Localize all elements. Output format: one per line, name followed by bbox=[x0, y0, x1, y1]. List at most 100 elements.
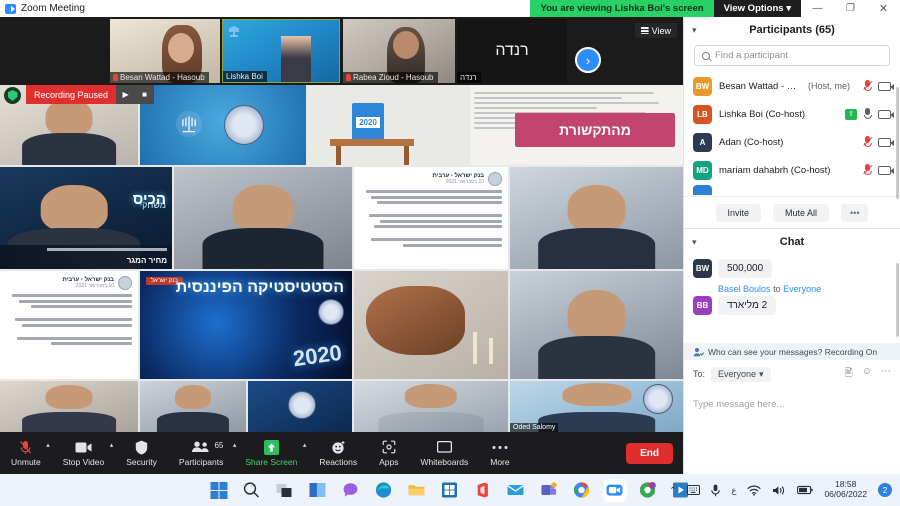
task-view-icon[interactable] bbox=[276, 481, 295, 500]
chevron-down-icon[interactable]: ▾ bbox=[692, 25, 697, 36]
battery-icon[interactable] bbox=[797, 485, 813, 495]
teams-icon[interactable] bbox=[540, 481, 559, 500]
participant-row[interactable]: A Adan (Co-host) bbox=[684, 128, 900, 156]
volume-icon[interactable] bbox=[772, 485, 786, 496]
edge-icon[interactable] bbox=[375, 481, 394, 500]
agency-seal-icon bbox=[643, 384, 673, 414]
toolbar-share-screen-button[interactable]: Share Screen ▴ bbox=[234, 432, 308, 474]
emoji-icon[interactable]: ☺ bbox=[862, 366, 872, 383]
participants-scrollbar[interactable] bbox=[896, 87, 899, 199]
participant-name: Lishka Boi (Co-host) bbox=[719, 109, 805, 120]
video-thumbnail-active[interactable]: Lishka Boi bbox=[222, 19, 340, 83]
participant-row[interactable]: LB Lishka Boi (Co-host) ⇧ bbox=[684, 100, 900, 128]
search-input[interactable] bbox=[715, 50, 882, 61]
shared-tile-person bbox=[174, 167, 352, 269]
mic-muted-icon[interactable] bbox=[863, 80, 872, 92]
social-post-card: בנק ישראל - ערבית 10 בפברואר 2021 bbox=[354, 167, 508, 269]
mail-icon[interactable] bbox=[507, 481, 526, 500]
shared-tile-ballot: 2020 bbox=[308, 85, 468, 165]
microsoft-store-icon[interactable] bbox=[441, 481, 460, 500]
recording-resume-button[interactable]: ▶ bbox=[116, 85, 135, 104]
wifi-icon[interactable] bbox=[747, 485, 761, 496]
mic-muted-icon[interactable] bbox=[863, 164, 872, 176]
participant-status-icons: ⇧ bbox=[845, 108, 891, 120]
agency-seal-icon bbox=[318, 299, 344, 325]
mic-icon[interactable] bbox=[863, 108, 872, 120]
language-indicator[interactable]: ع bbox=[731, 485, 736, 496]
participant-status-icons bbox=[863, 136, 891, 148]
windows-start-icon[interactable] bbox=[210, 481, 229, 500]
shared-tile-person-oded: Oded Salomy bbox=[510, 381, 683, 432]
chevron-down-icon[interactable]: ▾ bbox=[692, 237, 697, 248]
office-icon[interactable] bbox=[474, 481, 493, 500]
chat-recipient-row: To: Everyone ▾ 🖹 ☺ ⋯ bbox=[684, 364, 900, 384]
chevron-up-icon[interactable]: ▴ bbox=[46, 441, 50, 449]
view-layout-button[interactable]: View bbox=[635, 23, 677, 38]
post-date: 10 בפברואר 2021 bbox=[432, 179, 484, 185]
notification-badge[interactable]: 2 bbox=[878, 483, 892, 497]
search-participant-box[interactable] bbox=[694, 45, 890, 66]
search-icon[interactable] bbox=[243, 481, 262, 500]
minimize-button[interactable]: — bbox=[801, 0, 834, 17]
participant-row-partial[interactable] bbox=[684, 184, 900, 196]
invite-button[interactable]: Invite bbox=[716, 204, 762, 222]
file-explorer-icon[interactable] bbox=[408, 481, 427, 500]
chat-panel-header[interactable]: ▾ Chat bbox=[684, 229, 900, 255]
camera-icon[interactable] bbox=[878, 166, 891, 175]
shared-tile-logo2020: בנק ישראל הסטטיסטיקה הפיננסית 2020 bbox=[140, 271, 352, 379]
more-options-button[interactable]: ••• bbox=[841, 204, 868, 222]
toolbar-more-button[interactable]: More bbox=[479, 432, 520, 474]
chrome-profile-icon[interactable] bbox=[639, 481, 658, 500]
camera-icon[interactable] bbox=[878, 138, 891, 147]
end-meeting-button[interactable]: End bbox=[626, 443, 673, 464]
chat-input[interactable] bbox=[693, 399, 891, 410]
chat-input-box[interactable] bbox=[684, 399, 900, 410]
view-options-button[interactable]: View Options ▾ bbox=[714, 0, 801, 17]
chrome-icon[interactable] bbox=[573, 481, 592, 500]
shared-tile-pottery bbox=[354, 271, 508, 379]
toolbar-security-button[interactable]: Security bbox=[115, 432, 168, 474]
close-button[interactable]: ✕ bbox=[867, 0, 900, 17]
shared-screen-content[interactable]: Recording Paused ▶ ■ 2020 bbox=[0, 85, 683, 432]
toolbar-participants-button[interactable]: Participants 65 ▴ bbox=[168, 432, 234, 474]
participant-row[interactable]: BW Besan Wattad - Has... (Host, me) bbox=[684, 72, 900, 100]
thumbnail-name: Lishka Boi bbox=[226, 72, 263, 81]
video-thumbnail[interactable]: Besan Wattad - Hasoub bbox=[110, 19, 220, 83]
recipient-dropdown[interactable]: Everyone ▾ bbox=[711, 367, 771, 382]
next-page-button[interactable]: › bbox=[575, 47, 601, 73]
tray-expand-icon[interactable]: ⌃ bbox=[669, 485, 676, 496]
mic-muted-icon[interactable] bbox=[863, 136, 872, 148]
camera-icon[interactable] bbox=[878, 110, 891, 119]
menorah-icon bbox=[166, 101, 212, 147]
chat-scrollbar[interactable] bbox=[896, 263, 899, 337]
toolbar-stop-video-button[interactable]: Stop Video ▴ bbox=[52, 432, 115, 474]
toolbar-reactions-button[interactable]: Reactions bbox=[308, 432, 368, 474]
chevron-up-icon[interactable]: ▴ bbox=[110, 441, 114, 449]
mute-all-button[interactable]: Mute All bbox=[773, 204, 829, 222]
share-screen-icon bbox=[264, 439, 279, 455]
chevron-up-icon[interactable]: ▴ bbox=[303, 441, 307, 449]
widgets-icon[interactable] bbox=[309, 481, 328, 500]
participant-row[interactable]: MD mariam dahabrh (Co-host) bbox=[684, 156, 900, 184]
maximize-button[interactable]: ❐ bbox=[834, 0, 867, 17]
zoom-icon-active[interactable] bbox=[606, 481, 625, 500]
shared-tile-person bbox=[354, 381, 508, 432]
ballot-paper-icon: 2020 bbox=[352, 103, 384, 143]
chat-input-icons: 🖹 ☺ ⋯ bbox=[845, 366, 891, 383]
more-dots-icon[interactable]: ⋯ bbox=[881, 366, 891, 383]
toolbar-label: Unmute bbox=[11, 457, 41, 467]
participants-panel-header[interactable]: ▾ Participants (65) bbox=[684, 17, 900, 43]
toolbar-apps-button[interactable]: Apps bbox=[368, 432, 409, 474]
camera-icon[interactable] bbox=[878, 82, 891, 91]
keyboard-icon[interactable] bbox=[687, 485, 700, 495]
mic-icon[interactable] bbox=[711, 484, 720, 497]
taskbar-clock[interactable]: 18:58 06/06/2022 bbox=[824, 480, 867, 500]
toolbar-unmute-button[interactable]: Unmute ▴ bbox=[0, 432, 52, 474]
chat-icon[interactable] bbox=[342, 481, 361, 500]
file-icon[interactable]: 🖹 bbox=[845, 366, 853, 383]
recording-stop-button[interactable]: ■ bbox=[135, 85, 154, 104]
video-thumbnail[interactable]: רנדה רנדה bbox=[457, 19, 567, 83]
toolbar-whiteboards-button[interactable]: Whiteboards bbox=[410, 432, 480, 474]
video-thumbnail[interactable]: Rabea Zioud - Hasoub bbox=[343, 19, 455, 83]
chat-privacy-notice[interactable]: Who can see your messages? Recording On bbox=[684, 343, 900, 360]
